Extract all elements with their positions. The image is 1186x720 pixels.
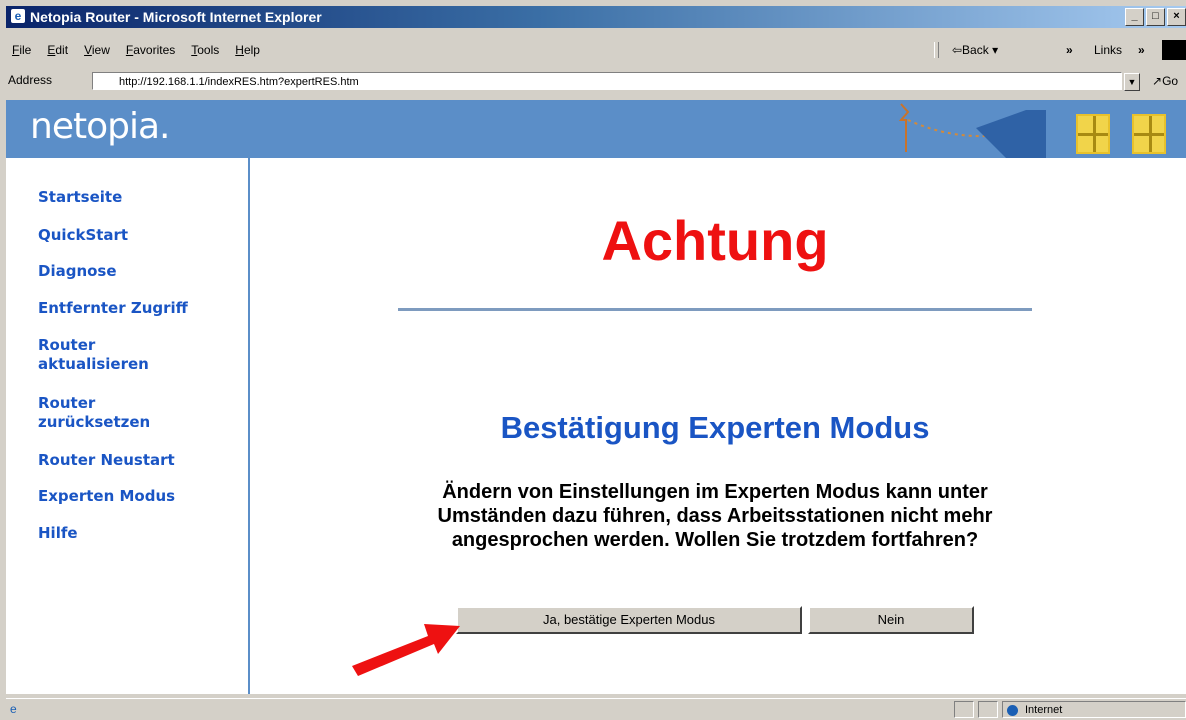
- links-chevron[interactable]: »: [1138, 38, 1145, 62]
- menu-view[interactable]: View: [84, 38, 110, 62]
- sidebar-item-entfernter-zugriff[interactable]: Entfernter Zugriff: [38, 299, 188, 318]
- toolbar-chevron[interactable]: »: [1066, 38, 1073, 62]
- toolbar-grip: [934, 42, 939, 58]
- cancel-button[interactable]: Nein: [808, 606, 974, 634]
- close-button[interactable]: ×: [1167, 8, 1186, 26]
- confirmation-title: Bestätigung Experten Modus: [500, 410, 930, 445]
- status-pane: [954, 701, 974, 718]
- window-controls: _ □ ×: [1125, 8, 1186, 26]
- warning-message: Ändern von Einstellungen im Experten Mod…: [437, 481, 993, 551]
- windows-logo-icon: [1162, 40, 1186, 60]
- ie-icon: e: [11, 9, 25, 23]
- page-status-icon: e: [10, 702, 17, 716]
- address-bar: Address http://192.168.1.1/indexRES.htm?…: [6, 68, 1186, 96]
- sidebar-item-router-neustart[interactable]: Router Neustart: [38, 451, 175, 470]
- status-bar: e Internet: [6, 698, 1186, 720]
- sidebar-item-startseite[interactable]: Startseite: [38, 188, 122, 207]
- window-title: Netopia Router - Microsoft Internet Expl…: [30, 9, 322, 25]
- window-right-icon: [1132, 114, 1166, 154]
- security-zone: Internet: [1002, 701, 1186, 718]
- page-content: netopia. Startseite QuickStart Diagnose …: [6, 100, 1186, 694]
- sidebar-item-diagnose[interactable]: Diagnose: [38, 262, 117, 281]
- menu-help[interactable]: Help: [235, 38, 260, 62]
- sidebar-item-quickstart[interactable]: QuickStart: [38, 226, 128, 245]
- header-banner: netopia.: [6, 100, 1186, 158]
- menu-bar: File Edit View Favorites Tools Help ⇦Bac…: [6, 38, 1186, 62]
- go-arrow-icon: ↗: [1152, 74, 1163, 88]
- menu-favorites[interactable]: Favorites: [126, 38, 175, 62]
- address-dropdown-icon[interactable]: ▼: [1124, 73, 1140, 91]
- minimize-button[interactable]: _: [1125, 8, 1144, 26]
- menu-file[interactable]: File: [12, 38, 31, 62]
- title-bar: e Netopia Router - Microsoft Internet Ex…: [6, 6, 1186, 28]
- sidebar-item-router-zuruecksetzen[interactable]: Router zurücksetzen: [38, 394, 178, 432]
- menu-edit[interactable]: Edit: [47, 38, 68, 62]
- arrow-pointer-icon: [352, 624, 460, 676]
- title-divider: [398, 308, 1032, 311]
- sidebar-item-router-aktualisieren[interactable]: Router aktualisieren: [38, 336, 178, 374]
- zone-label: Internet: [1025, 704, 1063, 716]
- address-label: Address: [8, 73, 53, 87]
- maximize-button[interactable]: □: [1146, 8, 1165, 26]
- sidebar: Startseite QuickStart Diagnose Entfernte…: [6, 158, 250, 694]
- window-left-icon: [1076, 114, 1110, 154]
- menu-tools[interactable]: Tools: [191, 38, 219, 62]
- go-label: Go: [1162, 74, 1179, 88]
- sidebar-item-experten-modus[interactable]: Experten Modus: [38, 487, 175, 506]
- menu-items: File Edit View Favorites Tools Help: [12, 38, 260, 62]
- back-button[interactable]: ⇦Back ▾: [952, 38, 998, 62]
- confirm-expert-mode-button[interactable]: Ja, bestätige Experten Modus: [456, 606, 802, 634]
- address-input[interactable]: http://192.168.1.1/indexRES.htm?expertRE…: [92, 72, 1122, 90]
- status-pane: [978, 701, 998, 718]
- sidebar-item-hilfe[interactable]: Hilfe: [38, 524, 78, 543]
- links-button[interactable]: Links: [1094, 38, 1122, 62]
- internet-globe-icon: [1007, 705, 1018, 716]
- netopia-logo: netopia.: [30, 106, 170, 147]
- go-button[interactable]: ↗Go: [1152, 74, 1178, 88]
- page-title: Achtung: [601, 209, 829, 272]
